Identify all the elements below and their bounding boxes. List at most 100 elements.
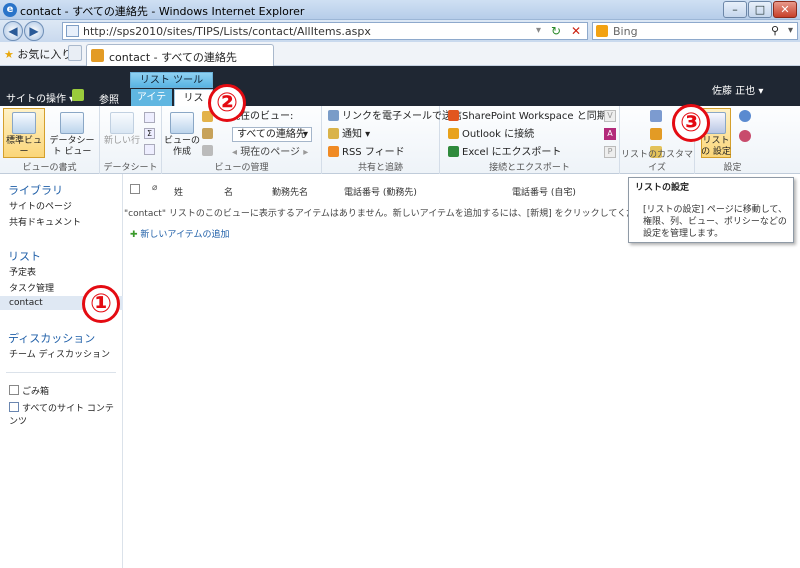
- new-row-button[interactable]: 新しい行: [102, 112, 142, 147]
- new-row-icon: [110, 112, 134, 134]
- tab-browse[interactable]: 参照: [99, 91, 119, 106]
- alert-me-button[interactable]: 通知 ▾: [328, 128, 370, 141]
- site-actions-menu[interactable]: サイトの操作 ▾: [6, 90, 74, 105]
- column-header-company[interactable]: 勤務先名: [272, 185, 308, 198]
- empty-list-message: "contact" リストのこのビューに表示するアイテムはありません。新しいアイ…: [124, 209, 663, 219]
- maximize-button[interactable]: □: [748, 1, 772, 18]
- annotation-badge-two: ②: [208, 84, 246, 122]
- nav-heading-libraries[interactable]: ライブラリ: [8, 182, 63, 198]
- dropdown-icon[interactable]: ▾: [536, 25, 541, 36]
- all-content-icon: [9, 402, 19, 412]
- search-icon[interactable]: ⚲: [771, 24, 779, 37]
- add-new-item-link[interactable]: ✚ 新しいアイテムの追加: [130, 227, 230, 240]
- rss-feed-button[interactable]: RSS フィード: [328, 146, 405, 159]
- export-excel-label: Excel にエクスポート: [462, 147, 562, 158]
- group-label-datasheet: データシート: [103, 163, 158, 173]
- email-icon: [328, 110, 339, 121]
- add-new-item-label: 新しいアイテムの追加: [140, 230, 230, 240]
- browser-tab[interactable]: contact - すべての連絡先: [86, 44, 274, 66]
- bing-icon: [596, 25, 608, 37]
- forward-button[interactable]: ▶: [24, 21, 44, 41]
- form-web-parts-icon[interactable]: [650, 110, 662, 122]
- search-box[interactable]: Bing ⚲ ▾: [592, 22, 798, 40]
- connect-outlook-button[interactable]: Outlook に接続: [448, 128, 534, 141]
- nav-item-recycle-bin[interactable]: ごみ箱: [9, 384, 49, 397]
- column-header-first-name[interactable]: 名: [224, 185, 233, 198]
- current-view-select[interactable]: すべての連絡先 ▾: [232, 127, 312, 142]
- tab-items[interactable]: アイテム: [131, 89, 172, 120]
- library-settings-icon[interactable]: [739, 130, 751, 142]
- favorites-button[interactable]: ★ お気に入り: [4, 46, 72, 62]
- sharepoint-topbar: [0, 66, 800, 106]
- nav-heading-discussions[interactable]: ディスカッション: [8, 330, 95, 346]
- user-menu[interactable]: 佐藤 正也 ▾: [712, 82, 763, 97]
- export-excel-button[interactable]: Excel にエクスポート: [448, 146, 561, 159]
- tooltip-body: [リストの設定] ページに移動して、権限、列、ビュー、ポリシーなどの設定を管理し…: [643, 205, 787, 239]
- connect-outlook-label: Outlook に接続: [462, 129, 535, 140]
- view-columns-icon[interactable]: [202, 128, 213, 139]
- stop-icon[interactable]: ✕: [571, 24, 581, 38]
- window-titlebar: e contact - すべての連絡先 - Windows Internet E…: [0, 0, 800, 20]
- group-label-connect-export: 接続とエクスポート: [489, 163, 570, 173]
- close-button[interactable]: ✕: [773, 1, 797, 18]
- nav-item-calendar[interactable]: 予定表: [9, 265, 36, 278]
- site-actions-label: サイトの操作: [6, 94, 66, 105]
- chevron-down-icon: ▾: [302, 129, 308, 140]
- totals-icon[interactable]: Σ: [144, 128, 155, 139]
- group-label-share-track: 共有と追跡: [357, 163, 403, 173]
- next-page-icon[interactable]: ▸: [303, 147, 308, 158]
- create-view-button[interactable]: ビューの 作成: [164, 112, 200, 158]
- back-button[interactable]: ◀: [3, 21, 23, 41]
- nav-item-all-content[interactable]: すべてのサイト コンテンツ: [9, 401, 122, 427]
- sp-workspace-label: SharePoint Workspace と同期: [462, 111, 607, 122]
- datasheet-view-button[interactable]: データシート ビュー: [48, 112, 96, 158]
- alert-icon: [328, 128, 339, 139]
- datasheet-small-icon-1[interactable]: [144, 112, 155, 123]
- datasheet-small-icon-3[interactable]: [144, 144, 155, 155]
- rss-feed-label: RSS フィード: [342, 147, 405, 158]
- nav-item-team-discussion[interactable]: チーム ディスカッション: [9, 347, 110, 360]
- column-header-last-name[interactable]: 姓: [174, 185, 183, 198]
- quick-launch: ライブラリ サイトのページ 共有ドキュメント リスト 予定表 タスク管理 con…: [0, 174, 123, 568]
- add-favorite-icon[interactable]: [68, 45, 82, 61]
- project-icon[interactable]: P: [604, 146, 616, 158]
- nav-item-shared-docs[interactable]: 共有ドキュメント: [9, 215, 81, 228]
- permissions-icon[interactable]: [739, 110, 751, 122]
- sharepoint-tab-icon: [91, 49, 104, 62]
- user-name: 佐藤 正也: [712, 86, 756, 97]
- search-engine-label: Bing: [613, 25, 638, 38]
- prev-page-icon[interactable]: ◂: [232, 147, 237, 158]
- excel-icon: [448, 146, 459, 157]
- visio-icon[interactable]: V: [604, 110, 616, 122]
- tab-label: contact - すべての連絡先: [109, 51, 237, 64]
- list-tools-context-group: リスト ツール: [130, 72, 213, 88]
- group-manage-views: ビューの 作成 現在のビュー: すべての連絡先 ▾ ◂ 現在のページ ▸ ビュー…: [162, 106, 322, 174]
- nav-heading-lists[interactable]: リスト: [8, 248, 41, 264]
- address-bar[interactable]: http://sps2010/sites/TIPS/Lists/contact/…: [62, 22, 588, 40]
- refresh-icon[interactable]: ↻: [551, 24, 561, 38]
- create-view-icon: [170, 112, 194, 134]
- column-header-home-phone[interactable]: 電話番号 (自宅): [512, 185, 576, 198]
- access-icon[interactable]: A: [604, 128, 616, 140]
- standard-view-icon: [12, 112, 36, 134]
- standard-view-button[interactable]: 標準ビュー: [4, 112, 44, 158]
- nav-item-tasks[interactable]: タスク管理: [9, 281, 54, 294]
- sp-workspace-button[interactable]: SharePoint Workspace と同期: [448, 110, 607, 123]
- current-page-nav[interactable]: ◂ 現在のページ ▸: [232, 146, 308, 159]
- current-page-label: 現在のページ: [240, 147, 301, 158]
- nav-item-site-pages[interactable]: サイトのページ: [9, 199, 72, 212]
- navigate-up-icon[interactable]: [72, 89, 84, 101]
- favorites-label: お気に入り: [17, 48, 73, 61]
- column-header-work-phone[interactable]: 電話番号 (勤務先): [344, 185, 417, 198]
- group-view-format: 標準ビュー データシート ビュー ビューの書式: [0, 106, 100, 174]
- search-dropdown-icon[interactable]: ▾: [788, 25, 793, 36]
- workflow-icon[interactable]: [650, 128, 662, 140]
- group-label-customize-list: リストのカスタマイズ: [620, 150, 693, 173]
- minimize-button[interactable]: –: [723, 1, 747, 18]
- select-all-checkbox[interactable]: [130, 184, 140, 194]
- recycle-bin-icon: [9, 385, 19, 395]
- tooltip-title: リストの設定: [635, 183, 690, 193]
- delete-view-icon[interactable]: [202, 145, 213, 156]
- group-label-manage-views: ビューの管理: [214, 163, 269, 173]
- group-share-track: リンクを電子メールで送信 通知 ▾ RSS フィード 共有と追跡: [322, 106, 462, 174]
